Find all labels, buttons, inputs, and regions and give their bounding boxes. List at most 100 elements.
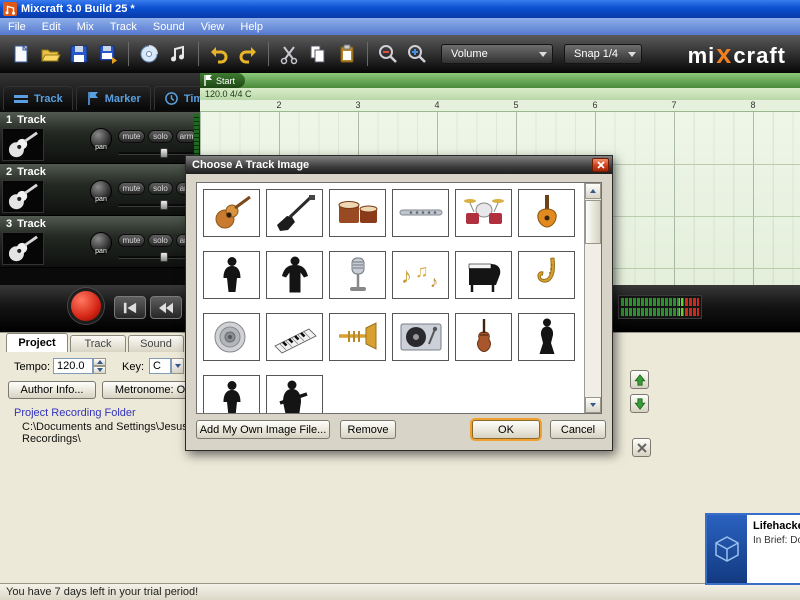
tab-marker-view[interactable]: Marker	[76, 86, 151, 110]
key-select[interactable]: C	[149, 358, 171, 374]
track-image-saxophone[interactable]	[518, 251, 575, 299]
move-down-button[interactable]	[630, 394, 649, 413]
track-header-2[interactable]: 2Track pan mute solo arm	[0, 164, 200, 216]
author-info-button[interactable]: Author Info...	[8, 381, 96, 399]
track-image-drum-kit[interactable]	[455, 189, 512, 237]
track-image-woman-silhouette[interactable]	[518, 313, 575, 361]
track-image-person-silhouette[interactable]	[203, 375, 260, 413]
track-image-violin[interactable]	[455, 313, 512, 361]
start-marker[interactable]: Start	[200, 73, 245, 88]
volume-slider-thumb[interactable]	[160, 200, 168, 210]
ok-button[interactable]: OK	[472, 420, 540, 439]
pan-knob[interactable]: pan	[90, 180, 112, 202]
volume-selector[interactable]: Volume	[441, 44, 553, 64]
track-image-piano-keyboard[interactable]	[266, 313, 323, 361]
remove-button[interactable]: Remove	[340, 420, 396, 439]
add-own-image-button[interactable]: Add My Own Image File...	[196, 420, 330, 439]
volume-slider-thumb[interactable]	[160, 148, 168, 158]
cancel-button[interactable]: Cancel	[550, 420, 606, 439]
tempo-input[interactable]: 120.0	[53, 358, 93, 374]
track-image-flute[interactable]	[392, 189, 449, 237]
marker-lane[interactable]: Start	[200, 73, 800, 88]
mute-button[interactable]: mute	[118, 234, 145, 247]
scrollbar-thumb[interactable]	[585, 200, 601, 244]
track-image-electric-guitar-orange[interactable]	[518, 189, 575, 237]
beat-ruler[interactable]: 2 3 4 5 6 7 8	[200, 100, 800, 112]
mixcraft-logo: mixcraft	[688, 39, 792, 70]
key-dropdown-button[interactable]	[171, 358, 184, 374]
tempo-up-button[interactable]	[93, 358, 106, 366]
zoom-in-icon[interactable]	[404, 41, 430, 67]
volume-slider[interactable]	[118, 204, 194, 207]
menu-help[interactable]: Help	[232, 18, 271, 35]
undo-icon[interactable]	[206, 41, 232, 67]
delete-button[interactable]	[632, 438, 651, 457]
key-dropdown[interactable]	[171, 358, 184, 374]
electric-guitar-orange-icon	[522, 193, 572, 233]
rewind-button[interactable]	[150, 296, 182, 319]
window-titlebar[interactable]: Mixcraft 3.0 Build 25 *	[0, 0, 800, 18]
mute-button[interactable]: mute	[118, 182, 145, 195]
menu-sound[interactable]: Sound	[145, 18, 193, 35]
pan-knob[interactable]: pan	[90, 128, 112, 150]
tab-track[interactable]: Track	[70, 335, 126, 352]
tab-sound[interactable]: Sound	[128, 335, 184, 352]
menu-track[interactable]: Track	[102, 18, 145, 35]
track-image-speaker[interactable]	[203, 313, 260, 361]
new-project-icon[interactable]	[8, 41, 34, 67]
tab-project[interactable]: Project	[6, 333, 68, 352]
copy-icon[interactable]	[305, 41, 331, 67]
track-header-1[interactable]: 1Track pan mute solo arm	[0, 112, 200, 164]
skip-to-start-button[interactable]	[114, 296, 146, 319]
save-project-icon[interactable]	[66, 41, 92, 67]
volume-slider-thumb[interactable]	[160, 252, 168, 262]
track-image-vintage-microphone[interactable]	[329, 251, 386, 299]
move-up-button[interactable]	[630, 370, 649, 389]
track-image-turntable[interactable]	[392, 313, 449, 361]
pan-knob[interactable]: pan	[90, 232, 112, 254]
track-image-button[interactable]	[2, 232, 44, 265]
solo-button[interactable]: solo	[148, 234, 173, 247]
menu-edit[interactable]: Edit	[34, 18, 69, 35]
track-image-acoustic-guitar[interactable]	[203, 189, 260, 237]
paste-icon[interactable]	[334, 41, 360, 67]
record-button[interactable]	[68, 288, 104, 324]
dialog-titlebar[interactable]: Choose A Track Image	[186, 156, 612, 174]
dialog-close-button[interactable]	[592, 158, 609, 172]
menu-mix[interactable]: Mix	[69, 18, 102, 35]
cut-icon[interactable]	[276, 41, 302, 67]
import-sound-icon[interactable]	[165, 41, 191, 67]
volume-slider[interactable]	[118, 256, 194, 259]
menu-view[interactable]: View	[193, 18, 233, 35]
tab-track-view[interactable]: Track	[3, 86, 73, 110]
track-header-3[interactable]: 3Track pan mute solo arm	[0, 216, 200, 268]
burn-cd-icon[interactable]	[136, 41, 162, 67]
solo-button[interactable]: solo	[148, 182, 173, 195]
track-image-man-silhouette-arms[interactable]	[266, 251, 323, 299]
track-image-electric-guitar-black[interactable]	[266, 189, 323, 237]
scroll-up-button[interactable]	[585, 183, 601, 199]
track-image-button[interactable]	[2, 180, 44, 213]
zoom-out-icon[interactable]	[375, 41, 401, 67]
track-image-trumpet[interactable]	[329, 313, 386, 361]
image-list-scrollbar[interactable]	[584, 183, 601, 413]
track-image-bongos[interactable]	[329, 189, 386, 237]
menu-file[interactable]: File	[0, 18, 34, 35]
solo-button[interactable]: solo	[148, 130, 173, 143]
lifehacker-notification[interactable]: Lifehacker In Brief: Dow	[705, 513, 800, 585]
track-image-button[interactable]	[2, 128, 44, 161]
mute-button[interactable]: mute	[118, 130, 145, 143]
track-image-music-notes[interactable]: ♪♫♪	[392, 251, 449, 299]
scroll-down-button[interactable]	[585, 397, 601, 413]
open-project-icon[interactable]	[37, 41, 63, 67]
tempo-stepper[interactable]	[93, 358, 106, 374]
redo-icon[interactable]	[235, 41, 261, 67]
track-image-guitarist-silhouette[interactable]	[266, 375, 323, 413]
track-image-grand-piano[interactable]	[455, 251, 512, 299]
export-project-icon[interactable]	[95, 41, 121, 67]
metronome-button[interactable]: Metronome: O	[102, 381, 198, 399]
tempo-down-button[interactable]	[93, 366, 106, 374]
snap-selector[interactable]: Snap 1/4	[564, 44, 642, 64]
volume-slider[interactable]	[118, 152, 194, 155]
track-image-man-silhouette[interactable]	[203, 251, 260, 299]
